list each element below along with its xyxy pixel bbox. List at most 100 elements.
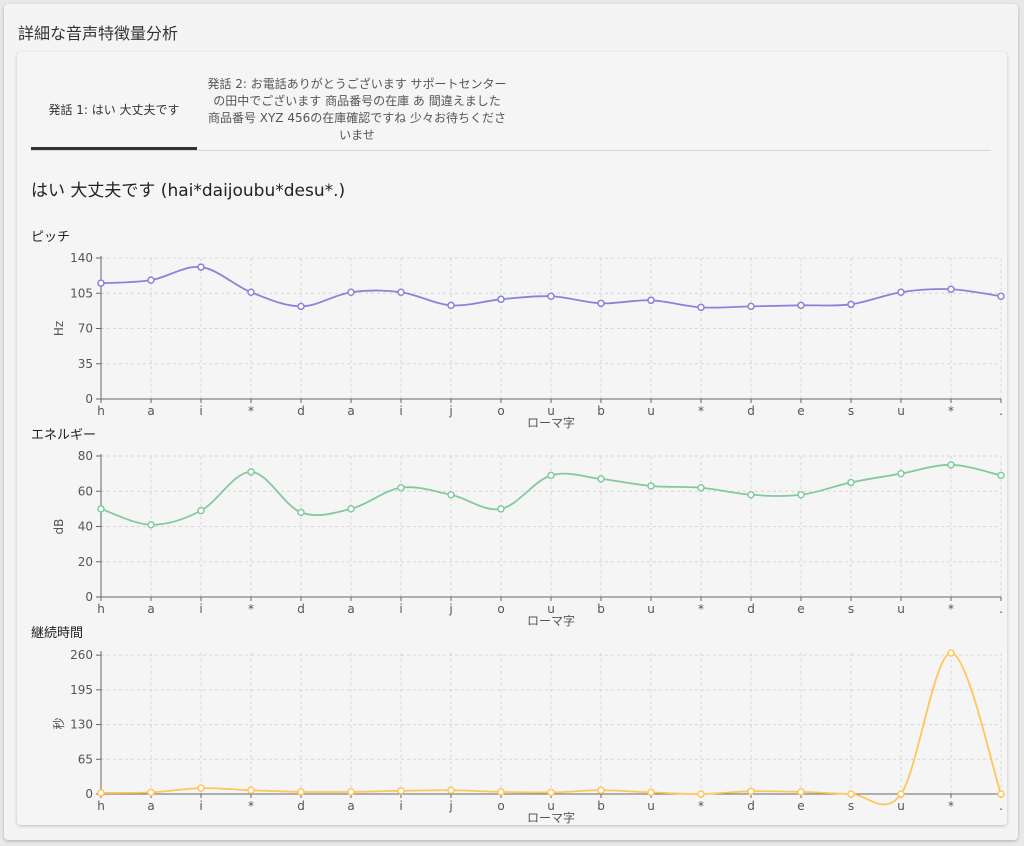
energy-x-tick-label: s <box>848 602 854 616</box>
pitch-y-tick-label: 105 <box>70 286 93 300</box>
duration-y-tick-label: 195 <box>70 683 93 697</box>
duration-x-tick-label: i <box>399 799 402 813</box>
energy-x-tick-label: a <box>347 602 354 616</box>
duration-data-point <box>347 788 355 796</box>
page-title: 詳細な音声特徴量分析 <box>18 24 179 43</box>
duration-x-tick-label: u <box>647 799 655 813</box>
pitch-data-point <box>597 299 605 308</box>
energy-data-point <box>697 483 705 492</box>
energy-x-tick-label: . <box>999 602 1003 616</box>
energy-data-point <box>97 505 105 513</box>
pitch-y-axis-label: Hz <box>52 321 66 336</box>
duration-data-point <box>797 788 805 796</box>
energy-x-tick-label: * <box>948 602 954 616</box>
duration-x-tick-label: o <box>497 799 504 813</box>
energy-y-tick-label: 20 <box>78 555 93 569</box>
pitch-data-point <box>147 276 155 284</box>
pitch-x-tick-label: d <box>297 404 305 418</box>
energy-data-point <box>947 461 955 469</box>
pitch-x-tick-label: * <box>248 404 254 418</box>
duration-data-point <box>847 790 855 798</box>
duration-chart-title: 継続時間 <box>31 626 84 641</box>
duration-x-tick-label: s <box>848 799 854 813</box>
duration-x-tick-label: h <box>97 799 105 813</box>
duration-x-tick-label: u <box>897 799 905 813</box>
pitch-chart: 03570105140h a i * d a i j o u b u * d e s u * .ローマ字Hz <box>52 251 1005 430</box>
pitch-data-point <box>647 296 655 305</box>
pitch-data-point <box>897 288 905 296</box>
duration-chart: 065130195260h a i * d a i j o u b u * d e s u * .ローマ字秒 <box>52 648 1005 825</box>
pitch-x-tick-label: j <box>448 404 452 418</box>
energy-data-point <box>197 506 205 515</box>
energy-x-tick-label: * <box>698 602 704 616</box>
duration-data-point <box>647 788 655 797</box>
energy-x-tick-label: d <box>747 602 755 616</box>
active-tab-indicator <box>31 147 197 150</box>
duration-x-tick-label: a <box>147 799 154 813</box>
energy-data-point <box>247 468 255 476</box>
energy-x-tick-label: u <box>647 602 655 616</box>
energy-data-point <box>347 505 355 513</box>
pitch-x-tick-label: h <box>97 404 105 418</box>
pitch-y-tick-label: 35 <box>78 357 93 371</box>
duration-data-point <box>947 649 955 657</box>
duration-data-point <box>97 789 105 797</box>
pitch-x-tick-label: u <box>647 404 655 418</box>
pitch-data-point <box>297 302 305 311</box>
pitch-x-tick-label: a <box>147 404 154 418</box>
pitch-data-point <box>247 288 255 296</box>
duration-x-tick-label: j <box>448 799 452 813</box>
energy-data-point <box>297 508 305 517</box>
duration-x-tick-label: . <box>999 799 1003 813</box>
pitch-data-point <box>447 301 455 310</box>
pitch-data-point <box>197 263 205 271</box>
energy-data-point <box>547 471 555 480</box>
duration-y-tick-label: 65 <box>78 752 93 766</box>
pitch-data-point <box>697 303 705 312</box>
duration-x-tick-label: a <box>347 799 354 813</box>
duration-y-tick-label: 130 <box>70 718 93 732</box>
energy-x-tick-label: o <box>497 602 504 616</box>
pitch-chart-title: ピッチ <box>31 230 71 245</box>
duration-data-point <box>747 787 755 796</box>
energy-x-tick-label: d <box>297 602 305 616</box>
energy-data-point <box>447 491 455 499</box>
pitch-x-tick-label: u <box>897 404 905 418</box>
energy-data-point <box>897 469 905 478</box>
tab-utterance-1[interactable]: 発話 1: はい 大丈夫です <box>31 70 197 150</box>
duration-x-tick-label: * <box>248 799 254 813</box>
energy-x-tick-label: i <box>199 602 202 616</box>
tab-utterance-2[interactable]: 発話 2: お電話ありがとうございます サポートセンターの田中でございます 商品… <box>207 70 507 150</box>
energy-y-axis-label: dB <box>52 519 66 535</box>
analysis-panel: 詳細な音声特徴量分析 発話 1: はい 大丈夫です 発話 2: お電話ありがとう… <box>4 4 1018 840</box>
duration-data-point <box>997 790 1005 798</box>
duration-data-point <box>447 786 455 795</box>
duration-x-tick-label: i <box>199 799 202 813</box>
pitch-x-tick-label: i <box>399 404 402 418</box>
energy-y-tick-label: 60 <box>78 484 93 498</box>
duration-y-tick-label: 0 <box>85 787 93 801</box>
duration-data-point <box>497 788 505 796</box>
duration-data-point <box>597 786 605 795</box>
pitch-data-point <box>797 301 805 310</box>
pitch-x-axis-label: ローマ字 <box>527 415 575 430</box>
energy-y-tick-label: 80 <box>78 449 93 463</box>
energy-x-tick-label: b <box>597 602 605 616</box>
pitch-x-tick-label: b <box>597 404 605 418</box>
duration-data-point <box>247 786 255 795</box>
energy-x-tick-label: i <box>399 602 402 616</box>
pitch-data-point <box>997 292 1005 301</box>
energy-data-point <box>397 483 405 492</box>
pitch-x-tick-label: o <box>497 404 504 418</box>
duration-x-tick-label: * <box>948 799 954 813</box>
pitch-data-point <box>947 285 955 293</box>
pitch-x-tick-label: d <box>747 404 755 418</box>
pitch-y-tick-label: 70 <box>78 322 93 336</box>
energy-x-tick-label: * <box>248 602 254 616</box>
duration-x-tick-label: * <box>698 799 704 813</box>
energy-x-axis-label: ローマ字 <box>527 613 575 628</box>
duration-data-point <box>897 790 905 798</box>
analysis-card: 発話 1: はい 大丈夫です 発話 2: お電話ありがとうございます サポートセ… <box>17 52 1007 825</box>
energy-x-tick-label: h <box>97 602 105 616</box>
pitch-data-point <box>747 302 755 311</box>
